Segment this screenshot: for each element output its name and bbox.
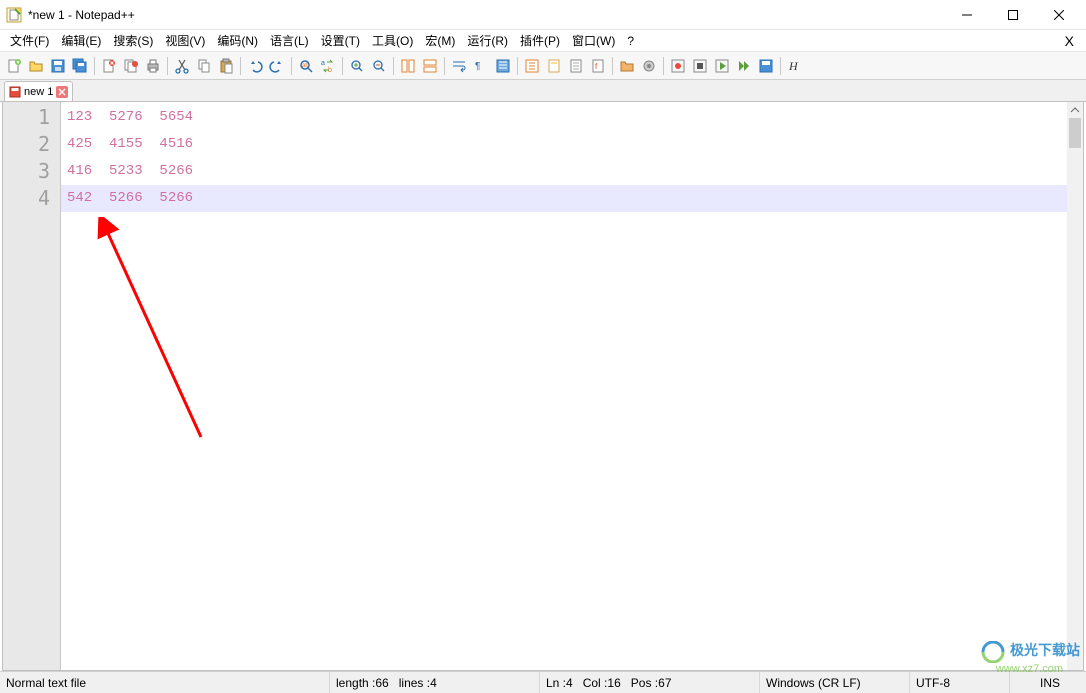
titlebar: *new 1 - Notepad++ [0,0,1086,30]
menu-run[interactable]: 运行(R) [461,30,514,51]
save-icon[interactable] [48,56,68,76]
toolbar-separator [94,57,95,75]
menu-window[interactable]: 窗口(W) [566,30,621,51]
toolbar-separator [517,57,518,75]
redo-icon[interactable] [267,56,287,76]
minimize-button[interactable] [944,0,990,30]
window-title: *new 1 - Notepad++ [28,8,944,22]
svg-text:ab: ab [302,63,309,69]
cut-icon[interactable] [172,56,192,76]
folder-icon[interactable] [617,56,637,76]
udldefine-icon[interactable] [522,56,542,76]
open-file-icon[interactable] [26,56,46,76]
status-encoding[interactable]: UTF-8 [910,672,1010,693]
menu-macro[interactable]: 宏(M) [419,30,461,51]
editor-line: 416 5233 5266 [61,158,1083,185]
print-icon[interactable] [143,56,163,76]
zoom-in-icon[interactable] [347,56,367,76]
vertical-scrollbar[interactable] [1067,102,1083,670]
play-macro-icon[interactable] [712,56,732,76]
scroll-up-icon[interactable] [1067,102,1083,118]
window-controls [944,0,1082,30]
tab-close-icon[interactable] [56,86,68,98]
menu-edit[interactable]: 编辑(E) [55,30,107,51]
function-list-icon[interactable]: f [588,56,608,76]
menu-view[interactable]: 视图(V) [159,30,211,51]
toolbar-separator [444,57,445,75]
status-position: Ln : 4 Col : 16 Pos : 67 [540,672,760,693]
toolbar-separator [780,57,781,75]
line-number-gutter: 1 2 3 4 [3,102,61,670]
menu-close-doc[interactable]: X [1057,33,1082,49]
menu-language[interactable]: 语言(L) [264,30,315,51]
tabbar: new 1 [0,80,1086,102]
menu-search[interactable]: 搜索(S) [107,30,159,51]
sync-v-icon[interactable] [398,56,418,76]
status-length-lines: length : 66 lines : 4 [330,672,540,693]
line-number: 1 [3,104,50,131]
menu-help[interactable]: ? [621,32,640,50]
record-macro-icon[interactable] [668,56,688,76]
paste-icon[interactable] [216,56,236,76]
spellcheck-icon[interactable]: H [785,56,805,76]
status-eol[interactable]: Windows (CR LF) [760,672,910,693]
stop-macro-icon[interactable] [690,56,710,76]
maximize-button[interactable] [990,0,1036,30]
toolbar-separator [393,57,394,75]
toolbar-separator [167,57,168,75]
toolbar-separator [291,57,292,75]
new-file-icon[interactable] [4,56,24,76]
svg-text:a: a [321,60,325,67]
toolbar-separator [240,57,241,75]
close-file-icon[interactable] [99,56,119,76]
tab-modified-icon [9,86,21,98]
menu-settings[interactable]: 设置(T) [315,30,366,51]
replace-icon[interactable]: ab [318,56,338,76]
tab-new1[interactable]: new 1 [4,81,73,101]
doc-list-icon[interactable] [566,56,586,76]
indent-guide-icon[interactable] [493,56,513,76]
menu-encoding[interactable]: 编码(N) [211,30,264,51]
tab-label: new 1 [24,86,53,98]
status-mode[interactable]: INS [1010,672,1086,693]
wordwrap-icon[interactable] [449,56,469,76]
play-multi-icon[interactable] [734,56,754,76]
toolbar-separator [342,57,343,75]
line-number: 2 [3,131,50,158]
save-all-icon[interactable] [70,56,90,76]
find-icon[interactable]: ab [296,56,316,76]
annotation-arrow-icon [91,217,231,447]
statusbar: Normal text file length : 66 lines : 4 L… [0,671,1086,693]
sync-h-icon[interactable] [420,56,440,76]
close-button[interactable] [1036,0,1082,30]
zoom-out-icon[interactable] [369,56,389,76]
text-editor[interactable]: 123 5276 5654 425 4155 4516 416 5233 526… [61,102,1083,670]
svg-text:¶: ¶ [475,61,480,72]
scrollbar-thumb[interactable] [1069,118,1081,148]
editor-area: 1 2 3 4 123 5276 5654 425 4155 4516 416 … [2,102,1084,671]
menu-file[interactable]: 文件(F) [4,30,55,51]
menubar: 文件(F) 编辑(E) 搜索(S) 视图(V) 编码(N) 语言(L) 设置(T… [0,30,1086,52]
doc-map-icon[interactable] [544,56,564,76]
line-number: 4 [3,185,50,212]
save-macro-icon[interactable] [756,56,776,76]
svg-text:H: H [788,59,799,73]
close-all-icon[interactable] [121,56,141,76]
menu-plugins[interactable]: 插件(P) [514,30,566,51]
undo-icon[interactable] [245,56,265,76]
line-number: 3 [3,158,50,185]
app-icon [6,7,22,23]
menu-tools[interactable]: 工具(O) [366,30,419,51]
editor-line: 425 4155 4516 [61,131,1083,158]
monitor-icon[interactable] [639,56,659,76]
status-filetype: Normal text file [0,672,330,693]
all-chars-icon[interactable]: ¶ [471,56,491,76]
editor-line: 542 5266 5266 [61,185,1083,212]
copy-icon[interactable] [194,56,214,76]
toolbar-separator [612,57,613,75]
toolbar-separator [663,57,664,75]
toolbar: ab ab ¶ f H [0,52,1086,80]
editor-line: 123 5276 5654 [61,104,1083,131]
